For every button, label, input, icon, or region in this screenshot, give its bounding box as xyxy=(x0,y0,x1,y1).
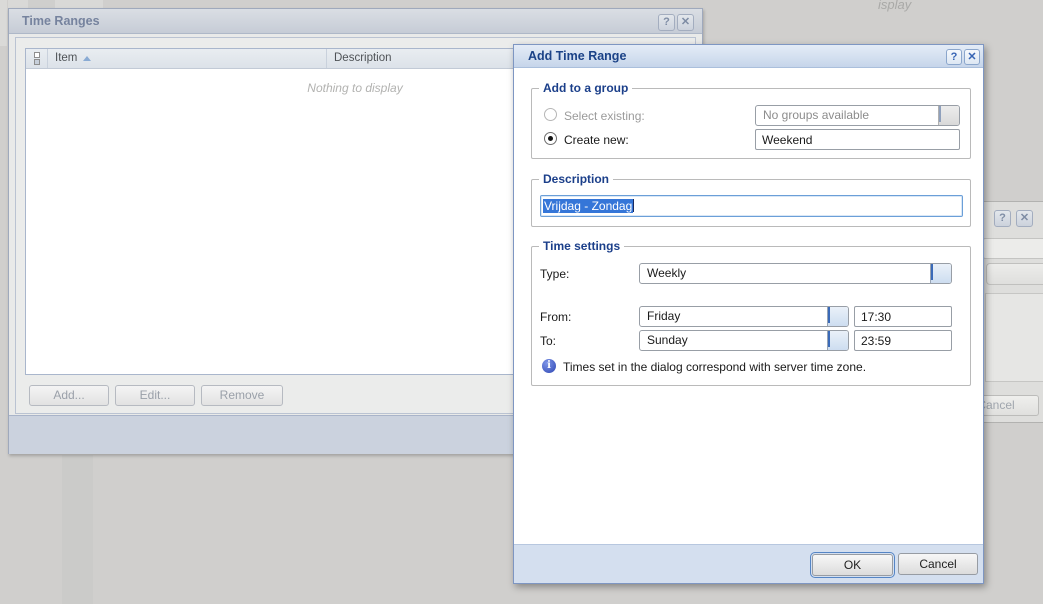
from-day-dropdown[interactable]: Friday xyxy=(639,306,849,327)
background-window-edge xyxy=(62,455,93,604)
existing-group-dropdown: No groups available xyxy=(755,105,960,126)
add-time-range-title: Add Time Range xyxy=(514,45,983,68)
column-header-item[interactable]: Item xyxy=(48,49,327,68)
ok-button[interactable]: OK xyxy=(812,554,893,576)
create-new-label: Create new: xyxy=(564,133,629,147)
info-icon: i xyxy=(542,359,556,373)
time-ranges-title: Time Ranges xyxy=(9,9,702,34)
dropdown-value: Weekly xyxy=(647,264,686,283)
from-label: From: xyxy=(540,310,571,324)
new-group-name-input[interactable] xyxy=(755,129,960,150)
time-settings-fieldset: Time settings Type: Weekly From: Friday … xyxy=(531,246,971,386)
select-existing-label: Select existing: xyxy=(564,109,645,123)
help-icon[interactable]: ? xyxy=(994,210,1011,227)
close-icon[interactable]: ✕ xyxy=(1016,210,1033,227)
background-window-edge xyxy=(0,0,7,46)
from-time-input[interactable] xyxy=(854,306,952,327)
select-all-checkbox-icon[interactable] xyxy=(26,49,48,68)
description-fieldset: Description Vrijdag - Zondag xyxy=(531,179,971,227)
add-button[interactable]: Add... xyxy=(29,385,109,406)
time-settings-legend: Time settings xyxy=(539,239,624,253)
to-time-input[interactable] xyxy=(854,330,952,351)
checkbox-checked-glyph xyxy=(34,59,40,65)
chevron-down-icon xyxy=(938,106,959,125)
to-label: To: xyxy=(540,334,556,348)
selected-text: Vrijdag - Zondag xyxy=(543,199,633,213)
add-time-range-dialog: Add Time Range ? ✕ Add to a group Select… xyxy=(513,44,984,584)
type-label: Type: xyxy=(540,267,569,281)
background-dialog-input[interactable] xyxy=(983,238,1043,259)
background-dialog-panel xyxy=(985,293,1043,382)
select-existing-radio[interactable] xyxy=(544,108,557,121)
description-legend: Description xyxy=(539,172,613,186)
close-icon[interactable]: ✕ xyxy=(677,14,694,31)
remove-button[interactable]: Remove xyxy=(201,385,283,406)
type-dropdown[interactable]: Weekly xyxy=(639,263,952,284)
chevron-down-icon xyxy=(930,264,951,283)
background-dialog-button[interactable] xyxy=(986,263,1043,285)
timezone-note: Times set in the dialog correspond with … xyxy=(563,360,866,374)
to-day-dropdown[interactable]: Sunday xyxy=(639,330,849,351)
description-input[interactable]: Vrijdag - Zondag xyxy=(540,195,963,217)
desktop: isplay Time Ranges ? ✕ Item Description xyxy=(0,0,1043,604)
cancel-button[interactable]: Cancel xyxy=(898,553,978,575)
dropdown-value: Sunday xyxy=(647,331,688,350)
clipped-empty-text: isplay xyxy=(878,0,911,12)
help-icon[interactable]: ? xyxy=(946,49,962,65)
close-icon[interactable]: ✕ xyxy=(964,49,980,65)
dropdown-value: No groups available xyxy=(763,106,869,125)
sort-ascending-icon xyxy=(83,56,91,61)
edit-button[interactable]: Edit... xyxy=(115,385,195,406)
chevron-down-icon xyxy=(827,307,848,326)
text-caret xyxy=(633,199,634,212)
group-fieldset: Add to a group Select existing: No group… xyxy=(531,88,971,159)
create-new-radio[interactable] xyxy=(544,132,557,145)
column-label: Item xyxy=(55,49,77,68)
column-label: Description xyxy=(334,52,392,64)
checkbox-glyph xyxy=(34,52,40,58)
chevron-down-icon xyxy=(827,331,848,350)
group-legend: Add to a group xyxy=(539,81,632,95)
ok-button-focus-ring: OK xyxy=(810,552,895,578)
dropdown-value: Friday xyxy=(647,307,680,326)
help-icon[interactable]: ? xyxy=(658,14,675,31)
